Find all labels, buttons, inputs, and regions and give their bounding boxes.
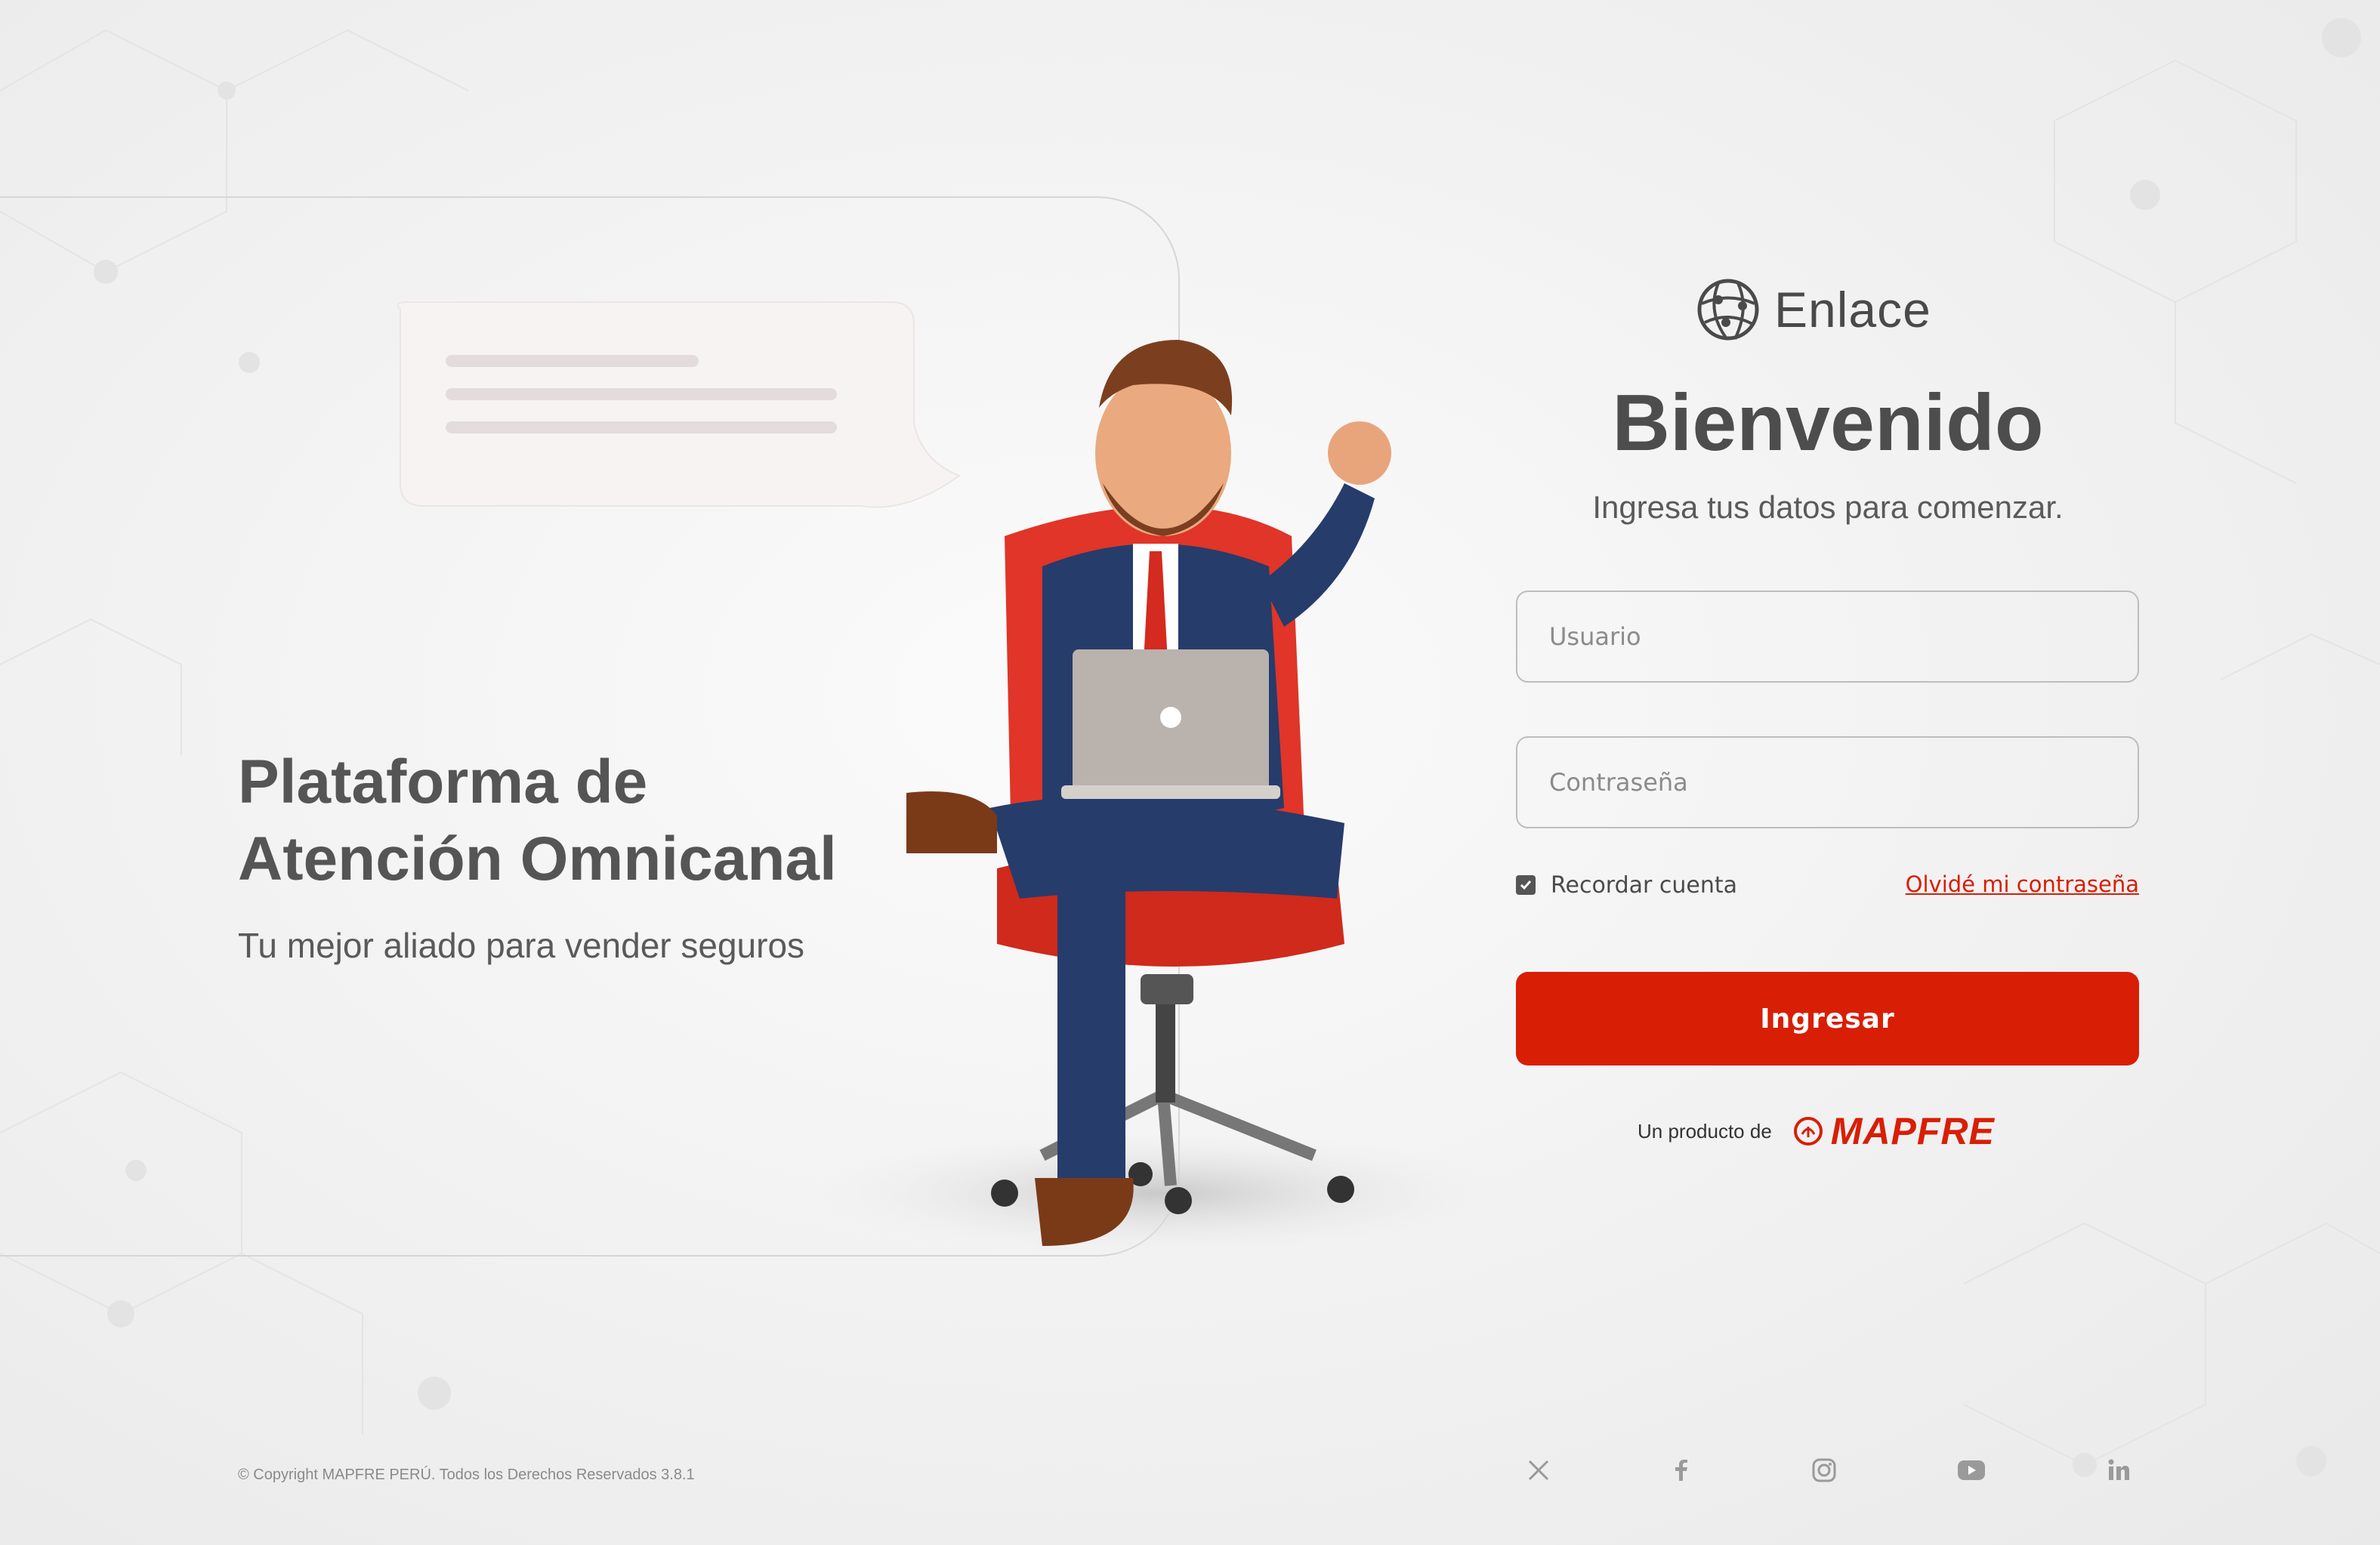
mapfre-logo-icon (1793, 1117, 1823, 1146)
speech-bubble (397, 301, 962, 508)
businessman-illustration (397, 301, 1511, 1257)
forgot-password-link[interactable]: Olvidé mi contraseña (1906, 871, 2139, 897)
check-icon (1520, 880, 1532, 890)
remember-account[interactable]: Recordar cuenta (1516, 868, 1737, 902)
linkedin-icon[interactable] (2100, 1451, 2138, 1489)
app-name: Enlace (1774, 282, 1931, 338)
youtube-icon[interactable] (1952, 1451, 1990, 1489)
globe-network-icon (1697, 279, 1759, 341)
product-attribution: Un producto de MAPFRE (1638, 1110, 1995, 1152)
username-input[interactable] (1516, 591, 2139, 683)
login-button[interactable]: Ingresar (1516, 972, 2139, 1065)
product-label: Un producto de (1638, 1119, 1772, 1143)
password-input[interactable] (1516, 736, 2139, 828)
remember-checkbox[interactable] (1516, 875, 1536, 895)
facebook-icon[interactable] (1662, 1451, 1699, 1489)
welcome-title: Bienvenido (1612, 378, 2044, 467)
remember-label: Recordar cuenta (1551, 871, 1738, 899)
businessman (906, 340, 1391, 1246)
welcome-subtitle: Ingresa tus datos para comenzar. (1592, 489, 2064, 525)
mapfre-brand: MAPFRE (1830, 1110, 1995, 1152)
instagram-icon[interactable] (1805, 1451, 1843, 1489)
x-icon[interactable] (1520, 1451, 1557, 1489)
copyright-text: © Copyright MAPFRE PERÚ. Todos los Derec… (238, 1466, 695, 1483)
enlace-logo: Enlace (1696, 276, 1931, 344)
